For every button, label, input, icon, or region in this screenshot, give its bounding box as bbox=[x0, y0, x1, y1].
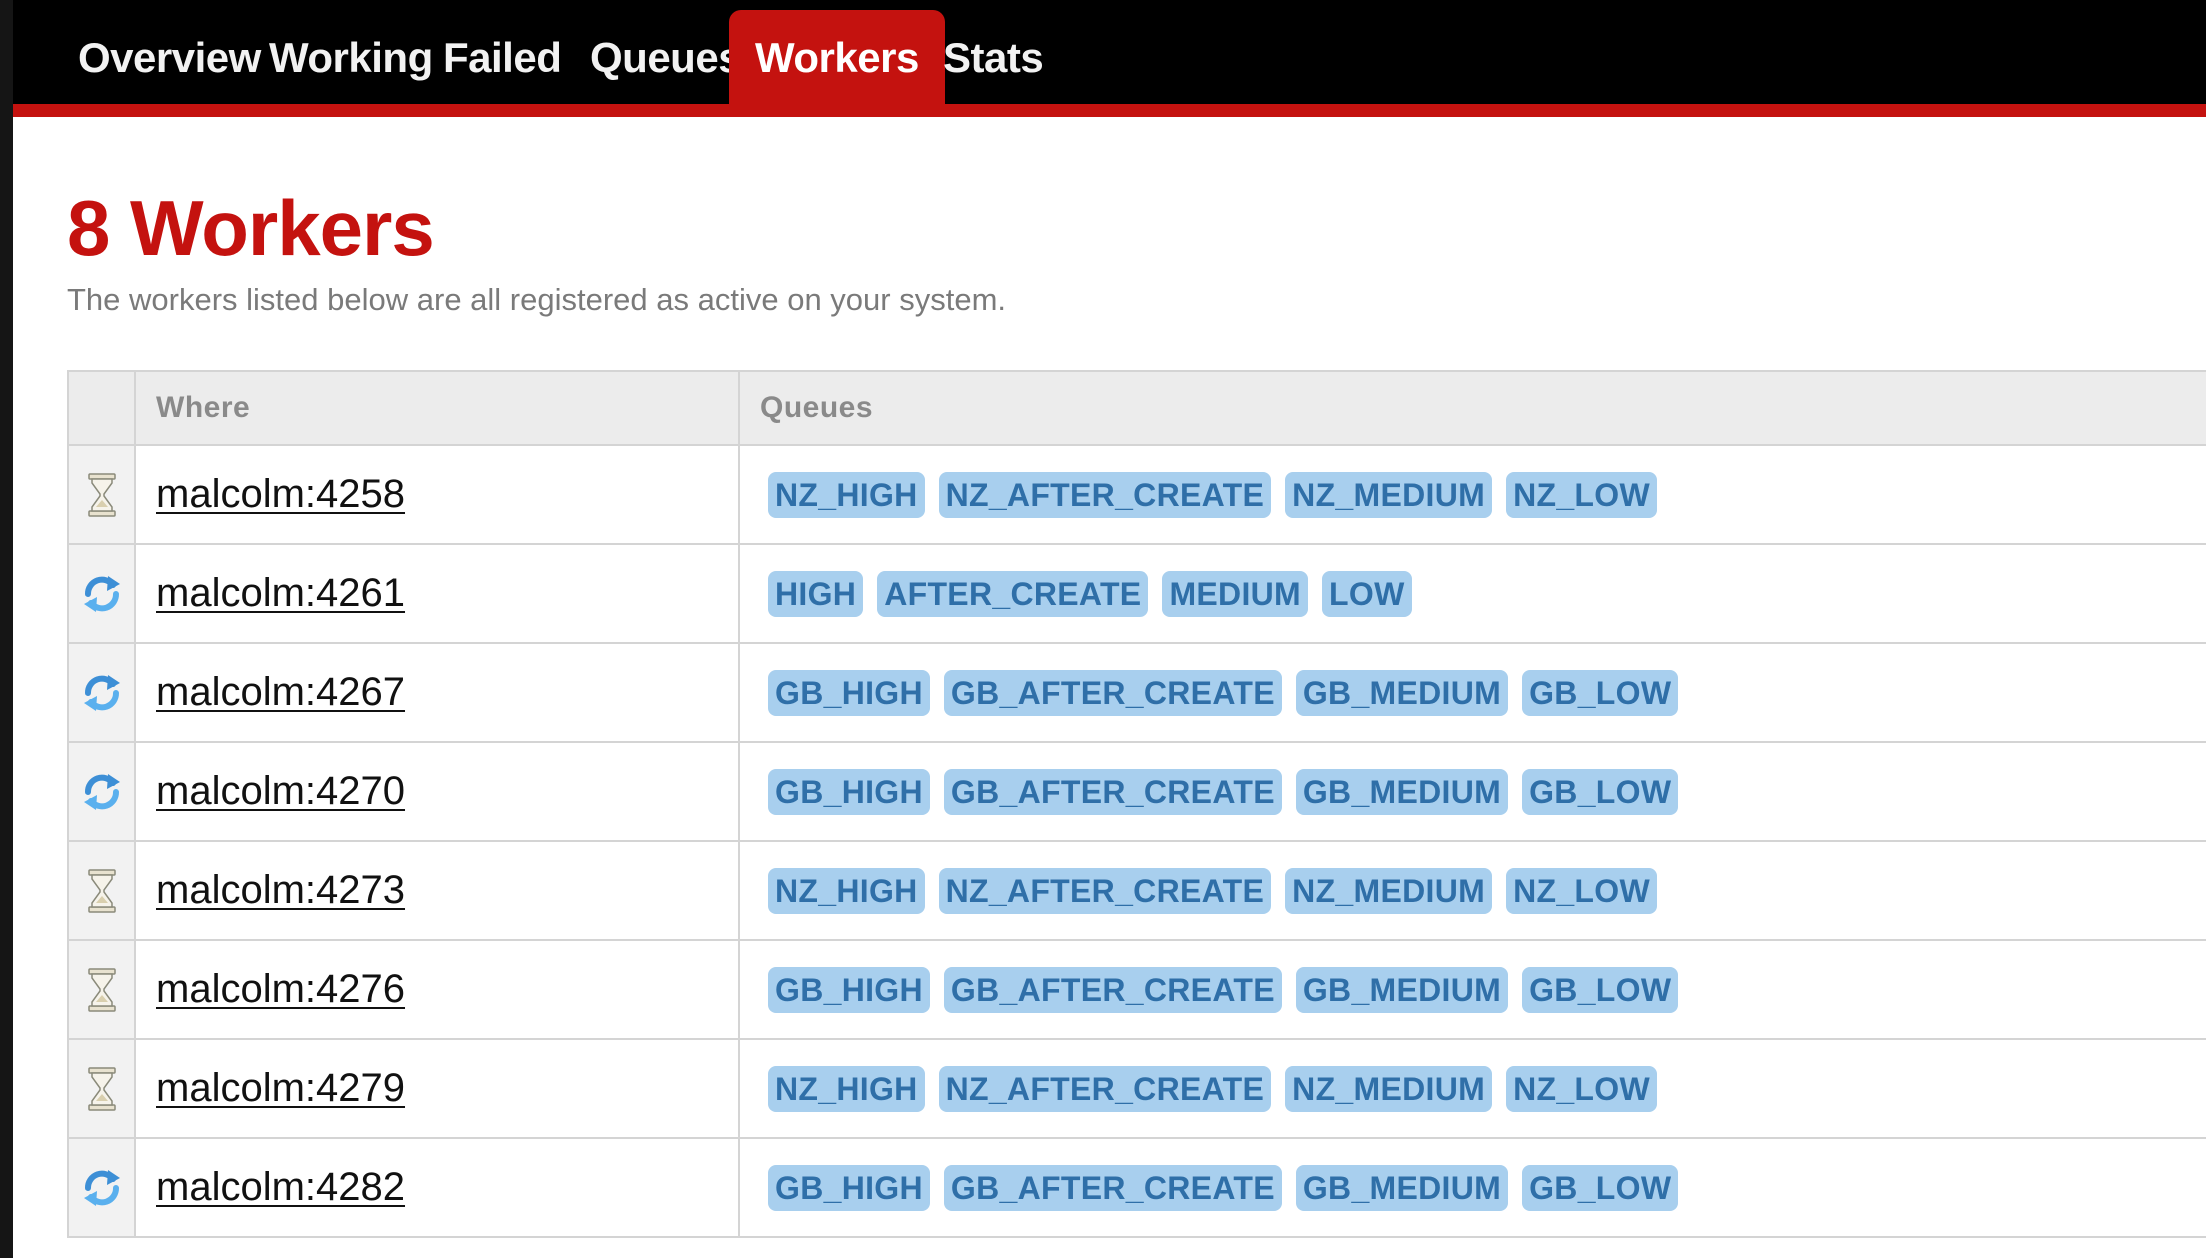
state-cell bbox=[67, 939, 136, 1040]
table-row: malcolm:4258 NZ_HIGH NZ_AFTER_CREATE NZ_MED… bbox=[67, 444, 2206, 545]
queue-tag[interactable]: LOW bbox=[1322, 570, 1412, 617]
worker-link[interactable]: malcolm:4270 bbox=[156, 769, 405, 813]
table-row: malcolm:4267 GB_HIGH GB_AFTER_CREATE GB_MED… bbox=[67, 642, 2206, 743]
queue-tag[interactable]: GB_HIGH bbox=[768, 669, 930, 716]
queue-tag[interactable]: GB_AFTER_CREATE bbox=[943, 966, 1282, 1013]
where-cell: malcolm:4273 bbox=[134, 840, 740, 941]
app-frame: Overview Working Failed Queues Workers Stats … bbox=[0, 0, 2206, 1258]
queue-tag[interactable]: NZ_HIGH bbox=[768, 867, 925, 914]
queue-tag[interactable]: GB_HIGH bbox=[768, 768, 930, 815]
queue-tag[interactable]: NZ_AFTER_CREATE bbox=[938, 867, 1272, 914]
queue-tag[interactable]: GB_LOW bbox=[1522, 669, 1679, 716]
refresh-icon bbox=[69, 671, 134, 715]
queue-tag[interactable]: GB_LOW bbox=[1522, 966, 1679, 1013]
page-subtitle: The workers listed below are all registe… bbox=[67, 282, 1007, 317]
queue-tag[interactable]: NZ_LOW bbox=[1506, 1065, 1657, 1112]
queue-tag[interactable]: GB_LOW bbox=[1522, 768, 1679, 815]
where-cell: malcolm:4258 bbox=[134, 444, 740, 545]
hourglass-icon bbox=[69, 967, 134, 1012]
worker-link[interactable]: malcolm:4276 bbox=[156, 967, 405, 1011]
hourglass-icon bbox=[69, 868, 134, 913]
table-row: malcolm:4273 NZ_HIGH NZ_AFTER_CREATE NZ_MED… bbox=[67, 840, 2206, 941]
queue-tag[interactable]: NZ_HIGH bbox=[768, 471, 925, 518]
queues-cell: GB_HIGH GB_AFTER_CREATE GB_MEDIUM GB_LOW bbox=[738, 1137, 2206, 1238]
state-column-header bbox=[67, 370, 136, 446]
state-cell bbox=[67, 1137, 136, 1238]
table-row: malcolm:4279 NZ_HIGH NZ_AFTER_CREATE NZ_MED… bbox=[67, 1038, 2206, 1139]
queue-tag[interactable]: GB_MEDIUM bbox=[1295, 1164, 1509, 1211]
queue-tag[interactable]: NZ_MEDIUM bbox=[1285, 867, 1493, 914]
queue-tag[interactable]: GB_HIGH bbox=[768, 966, 930, 1013]
workers-table: Where Queues malcolm:4258 NZ_HIGH NZ_AFTER… bbox=[67, 370, 2206, 1238]
queues-cell: GB_HIGH GB_AFTER_CREATE GB_MEDIUM GB_LOW bbox=[738, 939, 2206, 1040]
queue-tag[interactable]: GB_MEDIUM bbox=[1295, 768, 1509, 815]
queue-tag[interactable]: NZ_AFTER_CREATE bbox=[938, 471, 1272, 518]
queues-cell: GB_HIGH GB_AFTER_CREATE GB_MEDIUM GB_LOW bbox=[738, 741, 2206, 842]
table-row: malcolm:4282 GB_HIGH GB_AFTER_CREATE GB_MED… bbox=[67, 1137, 2206, 1238]
worker-link[interactable]: malcolm:4279 bbox=[156, 1066, 405, 1110]
worker-link[interactable]: malcolm:4261 bbox=[156, 571, 405, 615]
queue-tag[interactable]: NZ_AFTER_CREATE bbox=[938, 1065, 1272, 1112]
top-navigation: Overview Working Failed Queues Workers Stats bbox=[13, 0, 2206, 114]
refresh-icon bbox=[69, 770, 134, 814]
where-cell: malcolm:4261 bbox=[134, 543, 740, 644]
queue-tag[interactable]: GB_AFTER_CREATE bbox=[943, 768, 1282, 815]
hourglass-icon bbox=[69, 1066, 134, 1111]
queue-tag[interactable]: NZ_LOW bbox=[1506, 867, 1657, 914]
queue-tag[interactable]: NZ_MEDIUM bbox=[1285, 1065, 1493, 1112]
state-cell bbox=[67, 642, 136, 743]
state-cell bbox=[67, 543, 136, 644]
queue-tag[interactable]: GB_AFTER_CREATE bbox=[943, 1164, 1282, 1211]
refresh-icon bbox=[69, 1166, 134, 1210]
where-column-header: Where bbox=[134, 370, 740, 446]
tab-stats[interactable]: Stats bbox=[917, 10, 1069, 106]
queues-cell: NZ_HIGH NZ_AFTER_CREATE NZ_MEDIUM NZ_LOW bbox=[738, 840, 2206, 941]
where-cell: malcolm:4270 bbox=[134, 741, 740, 842]
queue-tag[interactable]: GB_HIGH bbox=[768, 1164, 930, 1211]
queue-tag[interactable]: MEDIUM bbox=[1162, 570, 1309, 617]
queues-cell: NZ_HIGH NZ_AFTER_CREATE NZ_MEDIUM NZ_LOW bbox=[738, 444, 2206, 545]
where-cell: malcolm:4282 bbox=[134, 1137, 740, 1238]
queues-cell: NZ_HIGH NZ_AFTER_CREATE NZ_MEDIUM NZ_LOW bbox=[738, 1038, 2206, 1139]
table-row: malcolm:4270 GB_HIGH GB_AFTER_CREATE GB_MED… bbox=[67, 741, 2206, 842]
table-row: malcolm:4276 GB_HIGH GB_AFTER_CREATE GB_MED… bbox=[67, 939, 2206, 1040]
worker-link[interactable]: malcolm:4273 bbox=[156, 868, 405, 912]
where-cell: malcolm:4279 bbox=[134, 1038, 740, 1139]
queue-tag[interactable]: GB_LOW bbox=[1522, 1164, 1679, 1211]
table-row: malcolm:4261 HIGH AFTER_CREATE MEDIUM LOW bbox=[67, 543, 2206, 644]
where-cell: malcolm:4267 bbox=[134, 642, 740, 743]
queue-tag[interactable]: GB_MEDIUM bbox=[1295, 966, 1509, 1013]
queue-tag[interactable]: AFTER_CREATE bbox=[877, 570, 1149, 617]
queue-tag[interactable]: GB_MEDIUM bbox=[1295, 669, 1509, 716]
queue-tag[interactable]: HIGH bbox=[768, 570, 864, 617]
queues-cell: GB_HIGH GB_AFTER_CREATE GB_MEDIUM GB_LOW bbox=[738, 642, 2206, 743]
state-cell bbox=[67, 840, 136, 941]
queue-tag[interactable]: NZ_MEDIUM bbox=[1285, 471, 1493, 518]
state-cell bbox=[67, 1038, 136, 1139]
queues-column-header: Queues bbox=[738, 370, 2206, 446]
hourglass-icon bbox=[69, 472, 134, 517]
worker-link[interactable]: malcolm:4258 bbox=[156, 472, 405, 516]
table-header-row: Where Queues bbox=[67, 370, 2206, 446]
queues-cell: HIGH AFTER_CREATE MEDIUM LOW bbox=[738, 543, 2206, 644]
main-content: 8 Workers The workers listed below are a… bbox=[13, 117, 2206, 1258]
where-cell: malcolm:4276 bbox=[134, 939, 740, 1040]
worker-link[interactable]: malcolm:4282 bbox=[156, 1165, 405, 1209]
nav-accent-stripe bbox=[13, 104, 2206, 117]
queue-tag[interactable]: NZ_HIGH bbox=[768, 1065, 925, 1112]
worker-link[interactable]: malcolm:4267 bbox=[156, 670, 405, 714]
page-title: 8 Workers bbox=[67, 184, 435, 272]
state-cell bbox=[67, 741, 136, 842]
refresh-icon bbox=[69, 572, 134, 616]
queue-tag[interactable]: GB_AFTER_CREATE bbox=[943, 669, 1282, 716]
tab-failed[interactable]: Failed bbox=[417, 10, 587, 106]
tab-workers[interactable]: Workers bbox=[729, 10, 945, 114]
queue-tag[interactable]: NZ_LOW bbox=[1506, 471, 1657, 518]
state-cell bbox=[67, 444, 136, 545]
